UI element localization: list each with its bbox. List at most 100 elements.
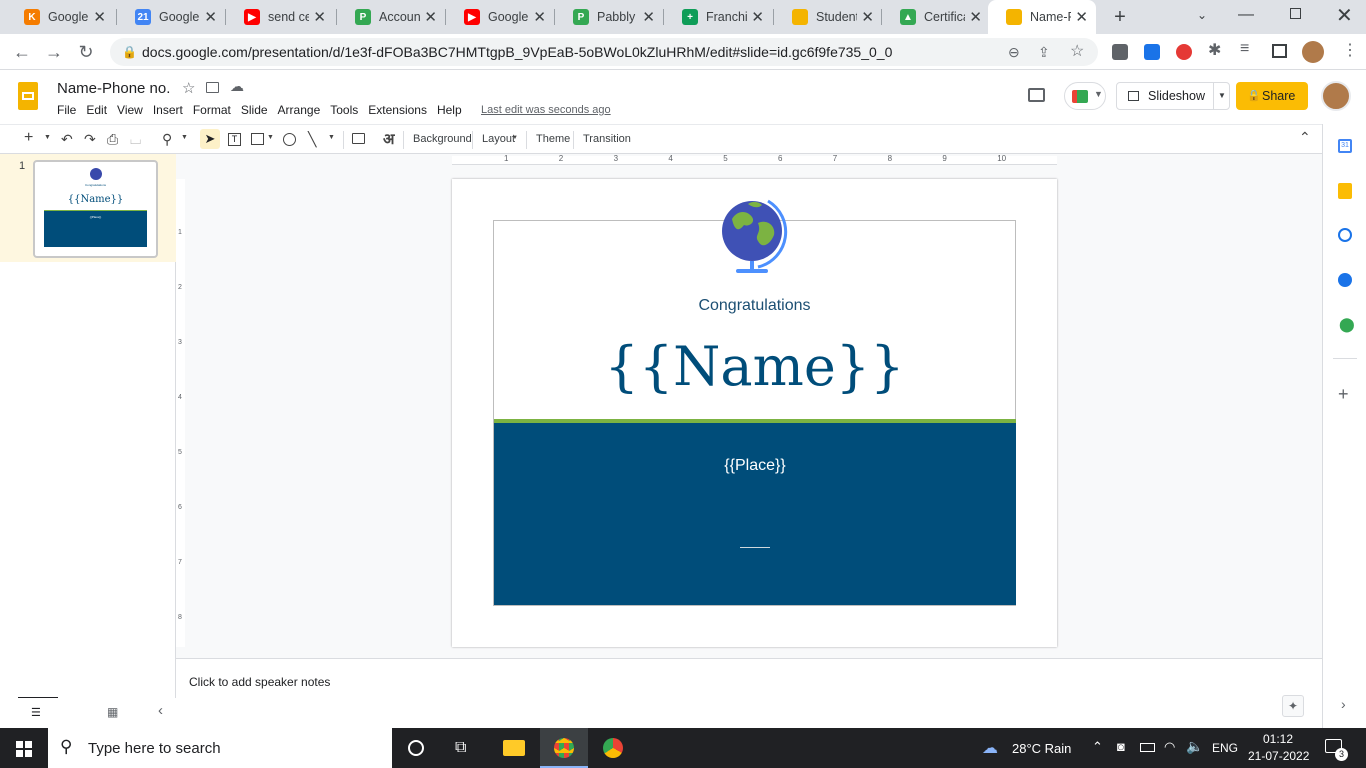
chrome-profile-icon[interactable] [603, 738, 623, 758]
extension-icon-3[interactable] [1176, 44, 1192, 60]
move-folder-icon[interactable] [206, 82, 219, 93]
image-dropdown-icon[interactable]: ▼ [267, 134, 274, 141]
battery-icon[interactable] [1140, 743, 1155, 752]
paint-format-icon[interactable]: ⌴ [130, 131, 141, 148]
slides-logo-icon[interactable] [18, 82, 38, 110]
menu-item[interactable]: Help [437, 103, 462, 117]
collapse-filmstrip-icon[interactable]: ‹ [158, 702, 163, 719]
weather-icon[interactable]: ☁ [982, 738, 998, 758]
shape-icon[interactable] [283, 133, 296, 146]
slide[interactable]: Congratulations {{Name}} {{Place}} [452, 179, 1057, 647]
background-button[interactable]: Background [413, 133, 472, 145]
browser-tab[interactable]: ▲ Certifica ✕ [882, 0, 990, 34]
close-window-button[interactable]: ✕ [1336, 3, 1353, 28]
calendar-icon[interactable]: 31 [1338, 139, 1352, 153]
new-tab-button[interactable]: + [1109, 6, 1131, 28]
redo-icon[interactable]: ↷ [84, 131, 96, 148]
input-tools-icon[interactable]: अ [383, 129, 394, 149]
image-icon[interactable] [251, 133, 264, 145]
menu-item[interactable]: View [117, 103, 143, 117]
clock-date[interactable]: 21-07-2022 [1248, 749, 1309, 763]
keep-icon[interactable] [1338, 183, 1352, 199]
layout-button[interactable]: Layout [482, 133, 515, 145]
cloud-status-icon[interactable]: ☁ [230, 78, 244, 95]
browser-tab[interactable]: P Account ✕ [337, 0, 445, 34]
tab-close-icon[interactable]: ✕ [751, 8, 764, 26]
weather-text[interactable]: 28°C Rain [1012, 741, 1071, 756]
tasks-icon[interactable] [1338, 228, 1352, 242]
profile-avatar[interactable] [1302, 41, 1324, 63]
explore-button[interactable]: ✦ [1282, 695, 1304, 717]
language-indicator[interactable]: ENG [1212, 741, 1238, 755]
share-page-icon[interactable]: ⇪ [1038, 38, 1050, 66]
new-slide-dropdown-icon[interactable]: ▼ [44, 134, 51, 141]
comment-icon[interactable] [352, 133, 365, 144]
theme-button[interactable]: Theme [536, 133, 570, 145]
wifi-icon[interactable]: ◠ [1164, 739, 1175, 755]
restore-button[interactable] [1290, 8, 1301, 19]
volume-icon[interactable]: 🔈 [1186, 738, 1203, 755]
browser-tab[interactable]: + Franchis✕ [664, 0, 772, 34]
menu-item[interactable]: Slide [241, 103, 268, 117]
cortana-icon[interactable] [408, 740, 424, 756]
browser-tab[interactable]: K Google ✕ [6, 0, 114, 34]
zoom-icon[interactable]: ⚲ [162, 131, 172, 148]
menu-item[interactable]: Tools [330, 103, 358, 117]
browser-tab[interactable]: 21 Google ✕ [117, 0, 225, 34]
chrome-active-app[interactable] [540, 728, 588, 768]
task-view-icon[interactable]: ⧉ [455, 739, 466, 757]
extension-icon-2[interactable] [1144, 44, 1160, 60]
reload-button[interactable]: ↻ [74, 40, 98, 64]
slide-thumbnail[interactable]: Congratulations {{Name}} {{Place}} [33, 160, 158, 258]
tab-close-icon[interactable]: ✕ [313, 8, 326, 26]
comments-icon[interactable] [1028, 88, 1045, 102]
url-input[interactable]: 🔒 docs.google.com/presentation/d/1e3f-dF… [110, 38, 1098, 66]
meet-button[interactable]: ▼ [1064, 82, 1106, 110]
share-button[interactable]: 🔒 Share [1236, 82, 1308, 110]
browser-tab[interactable]: ▶ Google ✕ [446, 0, 554, 34]
collapse-toolbar-icon[interactable]: ⌃ [1299, 129, 1311, 146]
back-button[interactable]: ← [10, 40, 34, 64]
browser-tab[interactable]: Student ✕ [774, 0, 882, 34]
tab-close-icon[interactable]: ✕ [861, 8, 874, 26]
maps-icon[interactable]: ⬤ [1339, 316, 1355, 333]
tab-close-icon[interactable]: ✕ [93, 8, 106, 26]
speaker-notes[interactable]: Click to add speaker notes ✦ [176, 658, 1322, 728]
forward-button[interactable]: → [42, 40, 66, 64]
line-icon[interactable]: ╲ [308, 131, 316, 148]
clock-time[interactable]: 01:12 [1263, 732, 1293, 746]
tab-close-icon[interactable]: ✕ [1075, 8, 1088, 26]
select-tool-icon[interactable]: ➤ [200, 129, 220, 149]
text-box-icon[interactable]: T [228, 133, 241, 146]
last-edit-link[interactable]: Last edit was seconds ago [481, 104, 611, 116]
doc-title[interactable]: Name-Phone no. [57, 80, 170, 97]
reading-list-icon[interactable]: ≡ [1240, 40, 1249, 58]
browser-menu-icon[interactable]: ⋮ [1342, 40, 1358, 60]
minimize-button[interactable]: — [1238, 6, 1254, 24]
browser-tab[interactable]: Name-P ✕ [988, 0, 1096, 34]
puzzle-icon[interactable]: ✱ [1208, 40, 1221, 60]
add-addon-icon[interactable]: + [1338, 384, 1349, 405]
tab-close-icon[interactable]: ✕ [424, 8, 437, 26]
extension-icon-1[interactable] [1112, 44, 1128, 60]
menu-item[interactable]: Format [193, 103, 231, 117]
browser-tab[interactable]: ▶ send ce ✕ [226, 0, 334, 34]
notes-placeholder[interactable]: Click to add speaker notes [189, 675, 330, 689]
browser-tab[interactable]: P Pabbly C ✕ [555, 0, 663, 34]
menu-item[interactable]: File [57, 103, 76, 117]
menu-item[interactable]: Arrange [278, 103, 321, 117]
bookmark-star-icon[interactable]: ☆ [1070, 38, 1084, 66]
transition-button[interactable]: Transition [583, 133, 631, 145]
slideshow-button[interactable]: Slideshow ▼ [1116, 82, 1230, 110]
zoom-dropdown-icon[interactable]: ▼ [181, 134, 188, 141]
zoom-icon[interactable]: ⊖ [1008, 38, 1020, 66]
menu-item[interactable]: Edit [86, 103, 107, 117]
menu-item[interactable]: Insert [153, 103, 183, 117]
meet-now-icon[interactable]: ◙ [1117, 739, 1125, 754]
side-panel-icon[interactable] [1272, 44, 1287, 58]
name-placeholder[interactable]: {{Name}} [452, 335, 1057, 398]
file-explorer-icon[interactable] [503, 740, 525, 756]
hidden-icons-chevron[interactable]: ⌃ [1092, 739, 1103, 755]
menu-item[interactable]: Extensions [368, 103, 427, 117]
account-avatar[interactable] [1321, 81, 1351, 111]
